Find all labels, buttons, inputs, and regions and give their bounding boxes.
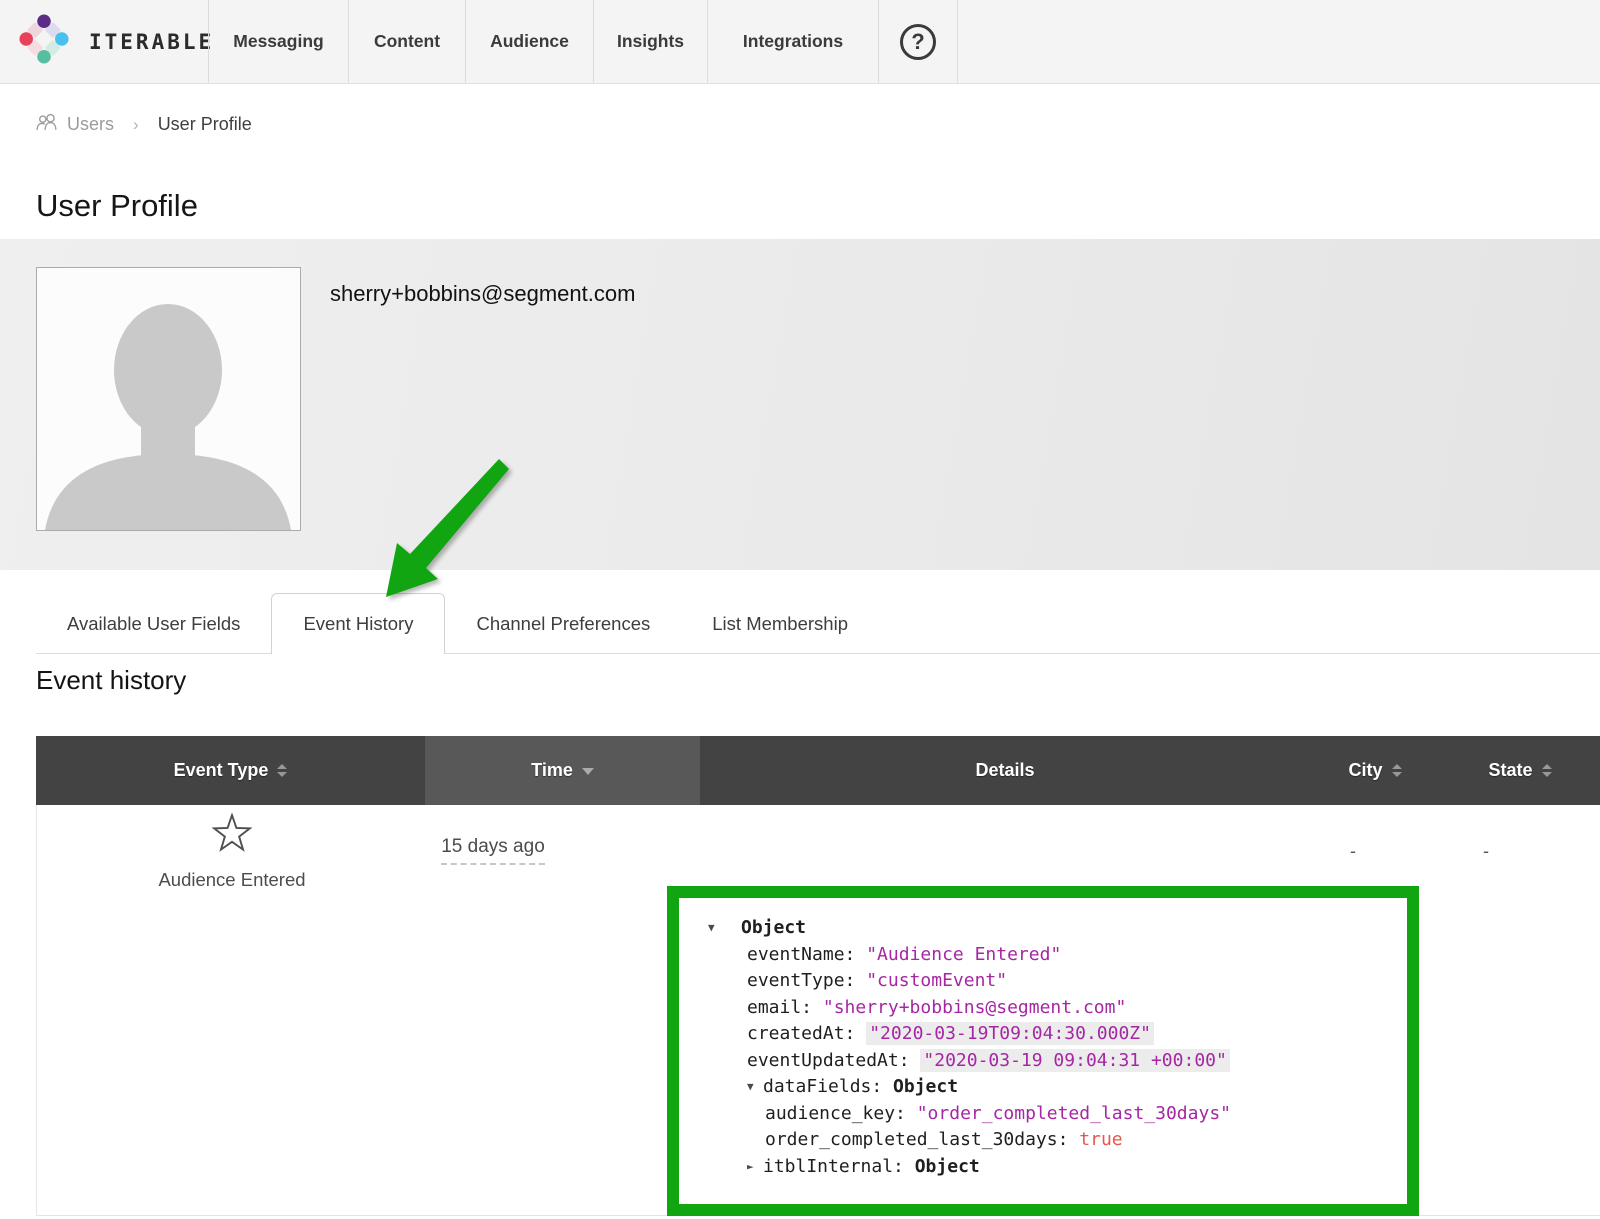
json-key: email: xyxy=(747,997,823,1018)
json-key: eventName: xyxy=(747,944,866,965)
sort-icon xyxy=(1542,764,1552,777)
json-line: email: "sherry+bobbins@segment.com" xyxy=(708,995,1399,1022)
expand-toggle-icon[interactable]: ► xyxy=(747,1154,763,1181)
page-title: User Profile xyxy=(36,188,198,224)
event-state-value: - xyxy=(1466,841,1506,862)
json-object-label: Object xyxy=(741,917,806,938)
event-details-annotation-box: ▼ObjecteventName: "Audience Entered"even… xyxy=(667,886,1419,1216)
column-header-city[interactable]: City xyxy=(1310,736,1440,805)
json-line: ▼dataFields: Object xyxy=(708,1074,1399,1101)
json-value: "customEvent" xyxy=(866,970,1007,991)
breadcrumb-users-label: Users xyxy=(67,114,114,135)
profile-hero: sherry+bobbins@segment.com xyxy=(0,239,1600,570)
json-key: audience_key: xyxy=(765,1103,917,1124)
breadcrumb-chevron-icon: › xyxy=(125,115,147,135)
event-table-header: Event Type Time Details City State xyxy=(36,736,1600,805)
nav-item-messaging[interactable]: Messaging xyxy=(208,0,348,83)
column-header-event-type[interactable]: Event Type xyxy=(36,736,425,805)
json-line: createdAt: "2020-03-19T09:04:30.000Z" xyxy=(708,1021,1399,1048)
tab-available-user-fields[interactable]: Available User Fields xyxy=(36,593,271,654)
breadcrumb: Users › User Profile xyxy=(36,113,252,136)
nav-item-insights[interactable]: Insights xyxy=(593,0,707,83)
nav-item-integrations[interactable]: Integrations xyxy=(707,0,878,83)
json-line: order_completed_last_30days: true xyxy=(708,1127,1399,1154)
sort-icon xyxy=(277,764,287,777)
event-table-body: Audience Entered 15 days ago - - ▼ Object… xyxy=(36,805,1600,1216)
profile-tabs: Available User FieldsEvent HistoryChanne… xyxy=(36,593,1600,654)
column-label: Event Type xyxy=(174,760,269,781)
event-time-cell: 15 days ago xyxy=(413,836,573,858)
breadcrumb-users-link[interactable]: Users xyxy=(36,113,114,136)
json-key: eventUpdatedAt: xyxy=(747,1050,920,1071)
users-icon xyxy=(36,113,59,136)
tab-channel-preferences[interactable]: Channel Preferences xyxy=(445,593,681,654)
iterable-logo-icon xyxy=(15,10,73,73)
help-icon: ? xyxy=(900,24,936,60)
event-details-json: ▼ObjecteventName: "Audience Entered"even… xyxy=(679,898,1407,1180)
avatar-silhouette-icon xyxy=(37,268,300,530)
avatar xyxy=(36,267,301,531)
section-heading: Event history xyxy=(36,665,186,696)
json-key: dataFields: xyxy=(763,1076,893,1097)
json-value: "2020-03-19T09:04:30.000Z" xyxy=(866,1022,1154,1045)
event-type-value: Audience Entered xyxy=(132,869,332,891)
json-value: "2020-03-19 09:04:31 +00:00" xyxy=(920,1049,1229,1072)
event-city-value: - xyxy=(1333,841,1373,862)
json-value: true xyxy=(1079,1129,1122,1150)
json-key: createdAt: xyxy=(747,1023,866,1044)
help-button[interactable]: ? xyxy=(878,0,958,83)
json-value: Object xyxy=(915,1156,980,1177)
sort-icon xyxy=(1392,764,1402,777)
json-line: audience_key: "order_completed_last_30da… xyxy=(708,1101,1399,1128)
json-line: ▼ Object xyxy=(708,915,1399,942)
custom-event-star-icon xyxy=(211,813,253,858)
column-header-time[interactable]: Time xyxy=(425,736,700,805)
column-label: Time xyxy=(531,760,573,781)
user-email: sherry+bobbins@segment.com xyxy=(330,281,635,307)
json-value: Object xyxy=(893,1076,958,1097)
json-line: eventName: "Audience Entered" xyxy=(708,942,1399,969)
json-line: eventUpdatedAt: "2020-03-19 09:04:31 +00… xyxy=(708,1048,1399,1075)
json-value: "Audience Entered" xyxy=(866,944,1061,965)
nav-item-content[interactable]: Content xyxy=(348,0,465,83)
column-label: State xyxy=(1488,760,1532,781)
json-line: ►itblInternal: Object xyxy=(708,1154,1399,1181)
tab-event-history[interactable]: Event History xyxy=(271,593,445,654)
user-profile-page: ITERABLE MessagingContentAudienceInsight… xyxy=(0,0,1600,1219)
brand-name: ITERABLE xyxy=(89,30,214,54)
sort-desc-icon xyxy=(582,768,594,775)
collapse-toggle-icon[interactable]: ▼ xyxy=(747,1074,763,1101)
column-header-state[interactable]: State xyxy=(1440,736,1600,805)
nav-item-audience[interactable]: Audience xyxy=(465,0,593,83)
tab-list-membership[interactable]: List Membership xyxy=(681,593,879,654)
json-value: "order_completed_last_30days" xyxy=(917,1103,1231,1124)
json-key: order_completed_last_30days: xyxy=(765,1129,1079,1150)
column-label: City xyxy=(1348,760,1382,781)
breadcrumb-current: User Profile xyxy=(158,114,252,135)
column-label: Details xyxy=(975,760,1034,781)
json-line: eventType: "customEvent" xyxy=(708,968,1399,995)
iterable-logo[interactable]: ITERABLE xyxy=(0,0,208,83)
column-header-details: Details xyxy=(700,736,1310,805)
json-value: "sherry+bobbins@segment.com" xyxy=(823,997,1126,1018)
collapse-toggle-icon[interactable]: ▼ xyxy=(708,915,728,942)
top-navigation-bar: ITERABLE MessagingContentAudienceInsight… xyxy=(0,0,1600,84)
json-key: itblInternal: xyxy=(763,1156,915,1177)
event-time-value[interactable]: 15 days ago xyxy=(441,836,545,865)
nav-menu: MessagingContentAudienceInsightsIntegrat… xyxy=(208,0,878,83)
json-key: eventType: xyxy=(747,970,866,991)
